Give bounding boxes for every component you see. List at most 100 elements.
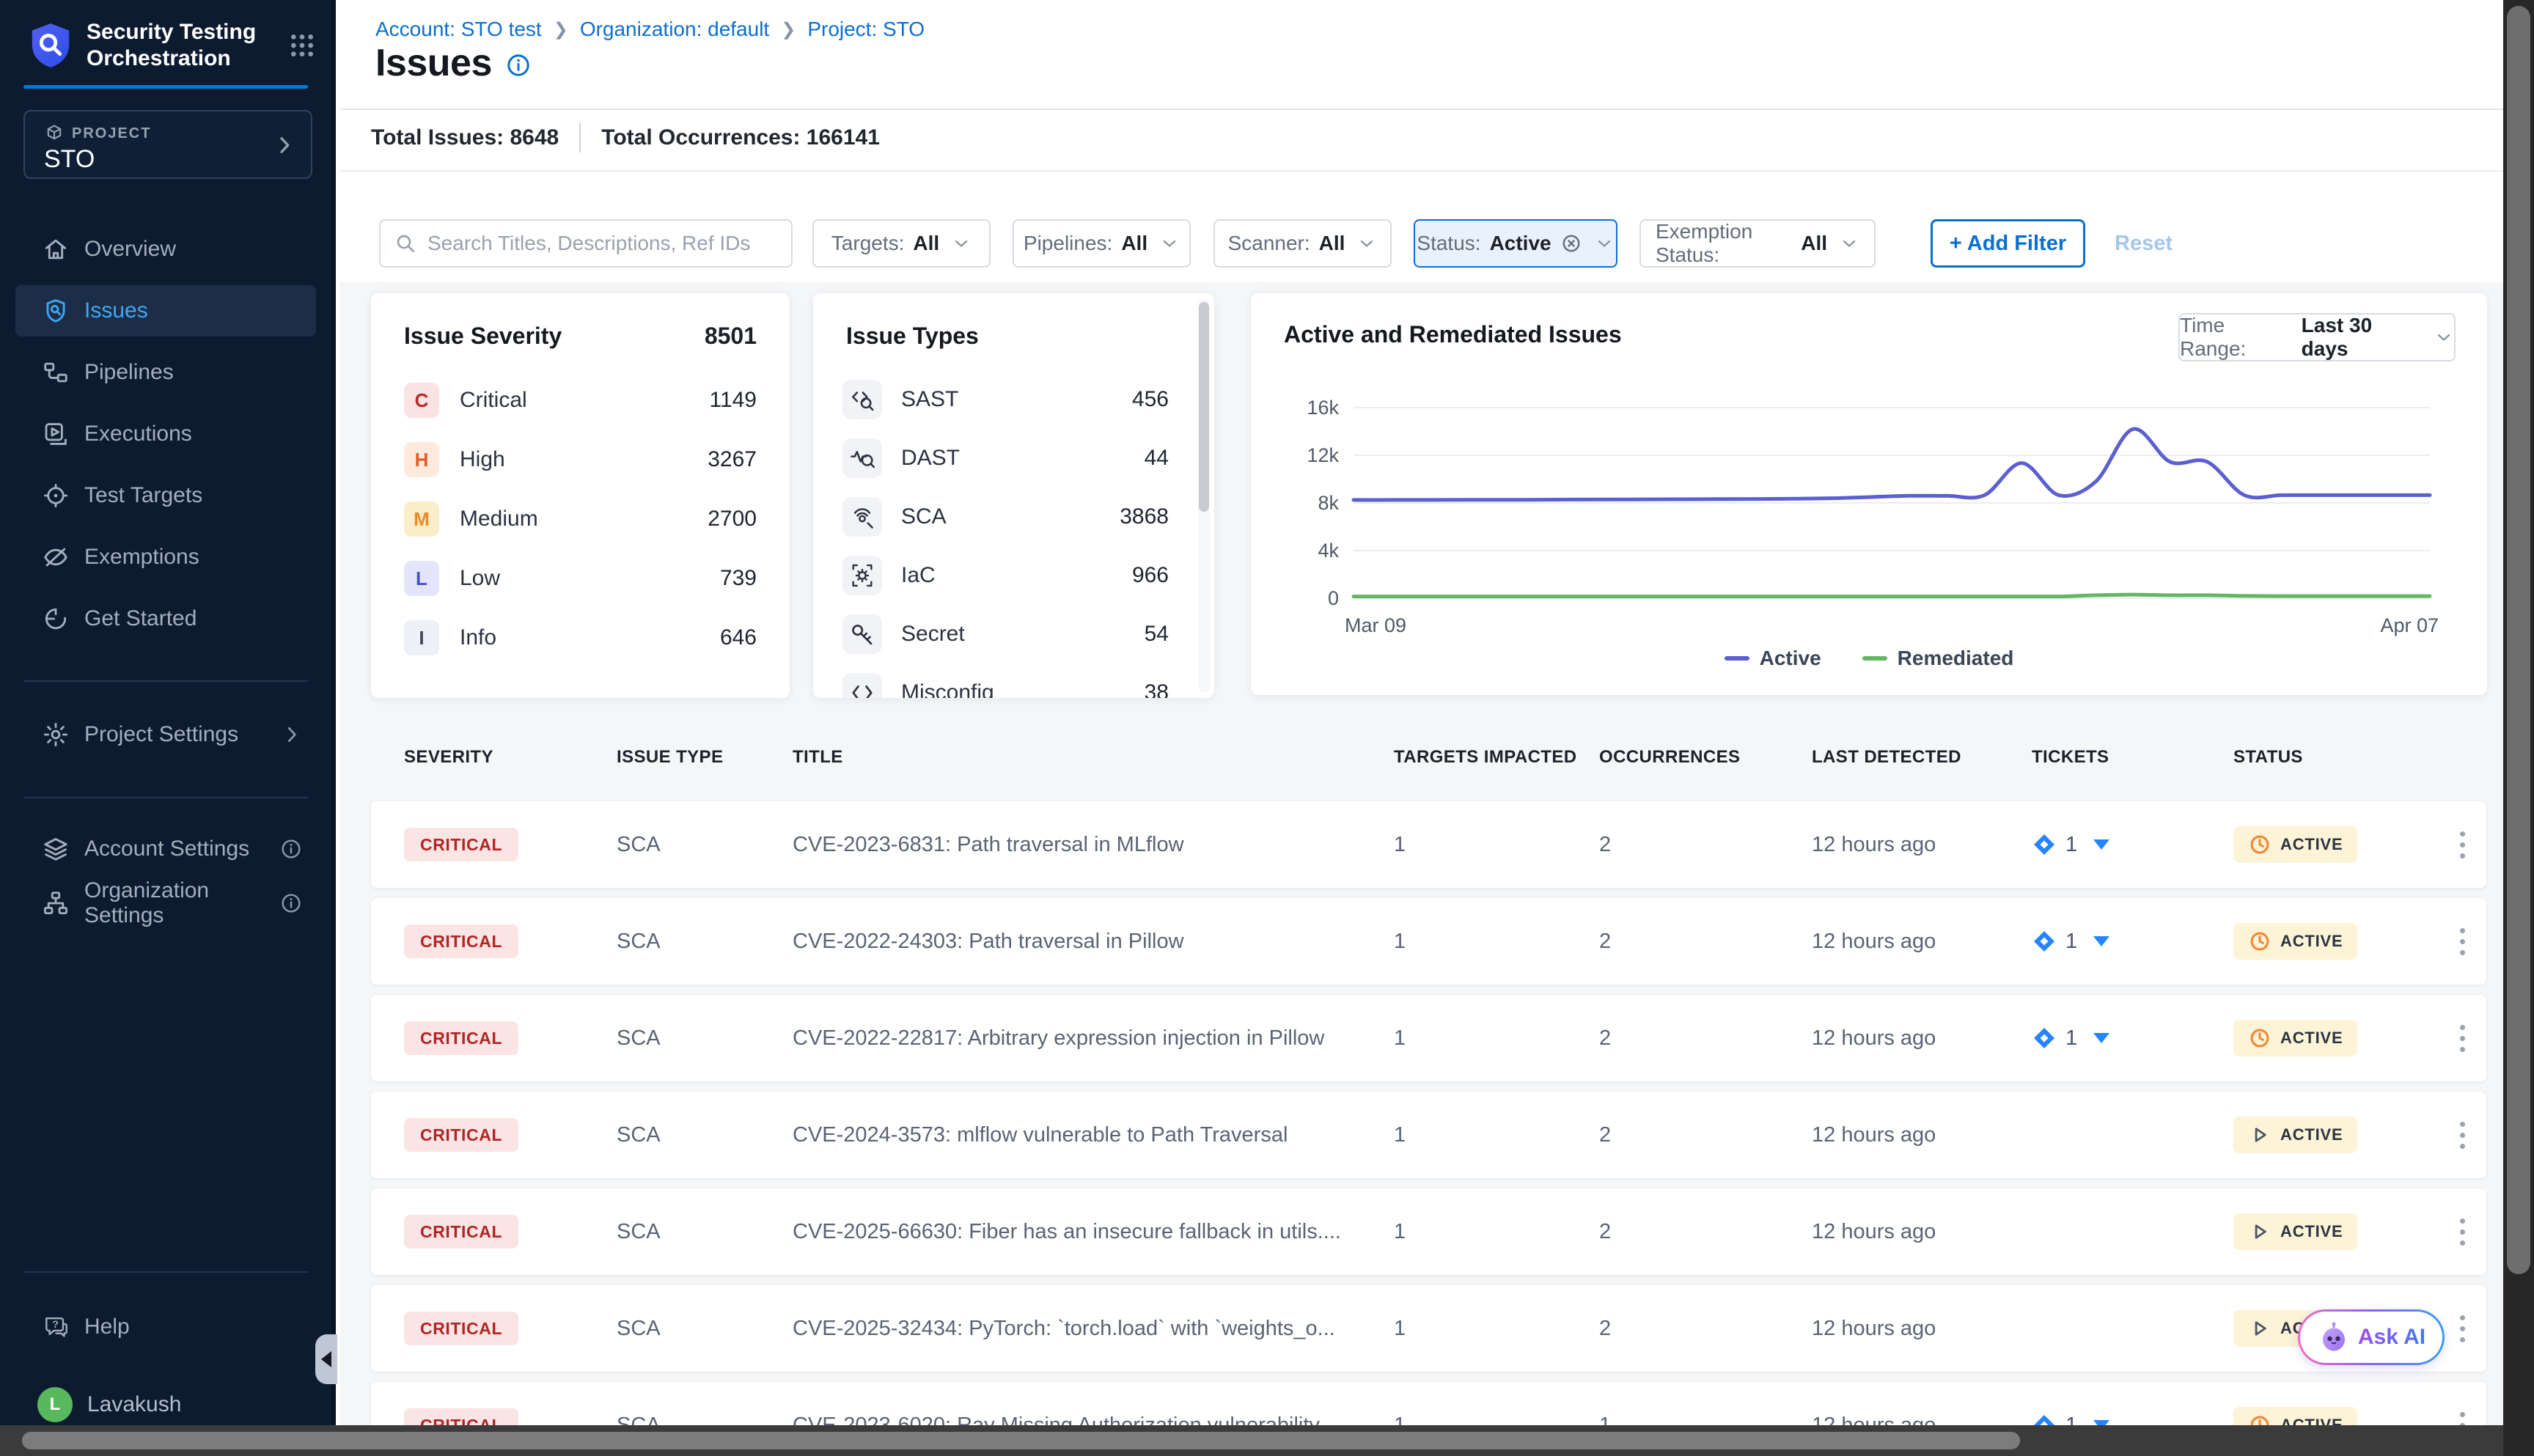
- row-menu-kebab-icon[interactable]: [2459, 831, 2466, 858]
- issue-type-cell: SCA: [617, 1219, 661, 1243]
- severity-row-medium[interactable]: M Medium 2700: [404, 497, 757, 541]
- ticket-caret-down-icon[interactable]: [2093, 936, 2110, 946]
- sidebar-item-organization-settings[interactable]: Organization Settings: [15, 878, 316, 929]
- severity-row-critical[interactable]: C Critical 1149: [404, 378, 757, 422]
- chart-legend: Active Remediated: [1251, 647, 2487, 670]
- table-header: SEVERITY ISSUE TYPE TITLE TARGETS IMPACTED O…: [371, 739, 2486, 776]
- row-menu-kebab-icon[interactable]: [2459, 927, 2466, 955]
- add-filter-button[interactable]: + Add Filter: [1931, 219, 2085, 268]
- row-menu-kebab-icon[interactable]: [2459, 1315, 2466, 1342]
- issue-title[interactable]: CVE-2023-6020: Ray Missing Authorization…: [793, 1413, 1394, 1426]
- info-icon[interactable]: [279, 837, 303, 861]
- horizontal-scrollbar[interactable]: [0, 1425, 2503, 1456]
- issue-type-row-secret[interactable]: Secret 54: [842, 611, 1169, 658]
- issue-title[interactable]: CVE-2024-3573: mlflow vulnerable to Path…: [793, 1123, 1394, 1147]
- tickets-cell[interactable]: 1: [2032, 832, 2233, 857]
- filter-dropdown-exemption-status[interactable]: Exemption Status: All: [1639, 219, 1876, 268]
- info-icon[interactable]: [505, 52, 532, 78]
- info-icon[interactable]: [279, 891, 303, 915]
- row-menu-kebab-icon[interactable]: [2459, 1024, 2466, 1052]
- table-row[interactable]: CRITICAL SCA CVE-2022-24303: Path traversa…: [371, 898, 2486, 985]
- filter-dropdown-scanner[interactable]: Scanner: All: [1213, 219, 1392, 268]
- module-switcher-icon[interactable]: [287, 31, 317, 60]
- tickets-cell[interactable]: 1: [2032, 1413, 2233, 1425]
- breadcrumb-link[interactable]: Account: STO test: [375, 18, 542, 41]
- breadcrumb-link[interactable]: Organization: default: [580, 18, 769, 41]
- legend-item-active[interactable]: Active: [1724, 647, 1821, 670]
- row-menu-kebab-icon[interactable]: [2459, 1218, 2466, 1246]
- sidebar-item-project-settings[interactable]: Project Settings: [15, 709, 316, 760]
- issue-title[interactable]: CVE-2023-6831: Path traversal in MLflow: [793, 833, 1394, 857]
- filter-dropdown-status[interactable]: Status: Active: [1414, 219, 1617, 268]
- types-scrollbar[interactable]: [1198, 299, 1210, 692]
- ask-ai-button[interactable]: Ask AI: [2298, 1309, 2445, 1365]
- ticket-count: 1: [2065, 832, 2078, 856]
- ticket-caret-down-icon[interactable]: [2093, 1033, 2110, 1043]
- chevron-right-icon: [281, 724, 303, 746]
- sidebar-item-test-targets[interactable]: Test Targets: [15, 470, 316, 521]
- table-row[interactable]: CRITICAL SCA CVE-2022-22817: Arbitrary exp…: [371, 995, 2486, 1081]
- iac-icon: [842, 556, 882, 595]
- issue-type-count: 3868: [1120, 504, 1169, 529]
- project-selector[interactable]: PROJECT STO: [23, 110, 312, 179]
- table-row[interactable]: CRITICAL SCA CVE-2024-3573: mlflow vulnera…: [371, 1092, 2486, 1178]
- sidebar-item-account-settings[interactable]: Account Settings: [15, 823, 316, 875]
- project-label: PROJECT: [72, 125, 152, 141]
- sidebar-item-get-started[interactable]: Get Started: [15, 593, 316, 644]
- tickets-cell[interactable]: 1: [2032, 1026, 2233, 1051]
- filter-dropdown-targets[interactable]: Targets: All: [812, 219, 991, 268]
- sidebar-divider: [23, 680, 308, 682]
- table-row[interactable]: CRITICAL SCA CVE-2025-66630: Fiber has an …: [371, 1188, 2486, 1275]
- legend-item-remediated[interactable]: Remediated: [1862, 647, 2013, 670]
- sidebar-item-exemptions[interactable]: Exemptions: [15, 532, 316, 583]
- issue-type-row-dast[interactable]: DAST 44: [842, 435, 1169, 482]
- sidebar-item-issues[interactable]: Issues: [15, 285, 316, 337]
- issue-type-row-sca[interactable]: SCA 3868: [842, 493, 1169, 540]
- filter-value: Active: [1489, 232, 1551, 254]
- row-menu-kebab-icon[interactable]: [2459, 1121, 2466, 1149]
- severity-count: 3267: [708, 447, 757, 471]
- severity-badge: CRITICAL: [404, 1312, 519, 1345]
- ticket-caret-down-icon[interactable]: [2093, 839, 2110, 850]
- horizontal-scrollbar-thumb[interactable]: [22, 1432, 2020, 1449]
- user-menu[interactable]: L Lavakush: [15, 1383, 181, 1427]
- issue-type-row-iac[interactable]: IaC 966: [842, 552, 1169, 599]
- issue-title[interactable]: CVE-2025-66630: Fiber has an insecure fa…: [793, 1220, 1394, 1244]
- line-chart: 0 4k 8k 12k 16k Mar 09 Apr 07: [1307, 397, 2439, 636]
- reset-button[interactable]: Reset: [2115, 219, 2173, 268]
- severity-badge: CRITICAL: [404, 924, 519, 958]
- issue-title[interactable]: CVE-2022-24303: Path traversal in Pillow: [793, 930, 1394, 954]
- search-input[interactable]: [427, 232, 778, 255]
- issue-type-label: DAST: [901, 446, 961, 470]
- table-row[interactable]: CRITICAL SCA CVE-2023-6831: Path traversal…: [371, 801, 2486, 888]
- sidebar-item-overview[interactable]: Overview: [15, 224, 316, 275]
- table-row[interactable]: CRITICAL SCA CVE-2023-6020: Ray Missing Au…: [371, 1382, 2486, 1425]
- issue-type-row-misconfig[interactable]: Misconfig 38: [842, 669, 1169, 698]
- sidebar-item-executions[interactable]: Executions: [15, 408, 316, 460]
- row-menu-kebab-icon[interactable]: [2459, 1411, 2466, 1425]
- severity-row-high[interactable]: H High 3267: [404, 438, 757, 482]
- table-row[interactable]: CRITICAL SCA CVE-2025-32434: PyTorch: `tor…: [371, 1285, 2486, 1372]
- vertical-scrollbar-thumb[interactable]: [2507, 6, 2530, 1274]
- sast-icon: [842, 380, 882, 419]
- tickets-cell[interactable]: 1: [2032, 929, 2233, 954]
- issue-type-count: 38: [1144, 680, 1169, 698]
- sidebar-collapse-handle[interactable]: [315, 1334, 337, 1384]
- filter-dropdown-pipelines[interactable]: Pipelines: All: [1013, 219, 1191, 268]
- issue-title[interactable]: CVE-2025-32434: PyTorch: `torch.load` wi…: [793, 1317, 1394, 1341]
- main-content: Account: STO test ❯ Organization: default ❯…: [340, 0, 2503, 1425]
- severity-row-info[interactable]: I Info 646: [404, 616, 757, 660]
- issue-type-cell: SCA: [617, 1122, 661, 1147]
- issue-title[interactable]: CVE-2022-22817: Arbitrary expression inj…: [793, 1026, 1394, 1051]
- status-badge: ACTIVE: [2233, 1213, 2358, 1250]
- ticket-caret-down-icon[interactable]: [2093, 1420, 2110, 1425]
- breadcrumb-link[interactable]: Project: STO: [807, 18, 925, 41]
- issues-icon: [42, 297, 70, 325]
- sidebar-item-help[interactable]: ? Help: [15, 1301, 130, 1353]
- clear-filter-icon[interactable]: [1560, 232, 1582, 254]
- severity-row-low[interactable]: L Low 739: [404, 556, 757, 600]
- vertical-scrollbar[interactable]: [2503, 0, 2534, 1456]
- issue-type-row-sast[interactable]: SAST 456: [842, 376, 1169, 423]
- sidebar-item-pipelines[interactable]: Pipelines: [15, 347, 316, 398]
- types-scrollbar-thumb[interactable]: [1199, 302, 1209, 512]
